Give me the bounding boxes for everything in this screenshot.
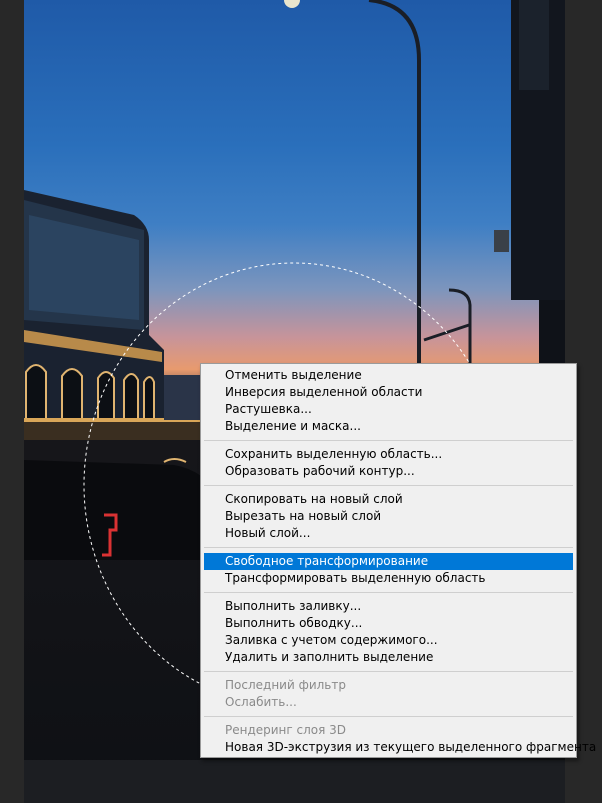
menu-item[interactable]: Отменить выделение — [204, 367, 573, 384]
menu-item[interactable]: Новая 3D-экструзия из текущего выделенно… — [204, 739, 596, 756]
menu-item[interactable]: Скопировать на новый слой — [204, 491, 573, 508]
menu-item: Последний фильтр — [225, 678, 346, 692]
menu-group: Рендеринг слоя 3D Новая 3D-экструзия из т… — [201, 722, 596, 756]
menu-item[interactable]: Растушевка... — [204, 401, 573, 418]
menu-group: Последний фильтр Ослабить... — [201, 677, 576, 711]
menu-group: Выполнить заливку... Выполнить обводку...… — [201, 598, 576, 666]
menu-separator — [204, 592, 573, 593]
menu-item[interactable]: Выполнить заливку... — [204, 598, 573, 615]
menu-item: Рендеринг слоя 3D — [225, 723, 347, 737]
menu-separator — [204, 440, 573, 441]
menu-item[interactable]: Новый слой... — [204, 525, 573, 542]
menu-item[interactable]: Выделение и маска... — [204, 418, 573, 435]
menu-item[interactable]: Удалить и заполнить выделение — [204, 649, 573, 666]
menu-item[interactable]: Образовать рабочий контур... — [204, 463, 573, 480]
menu-item[interactable]: Вырезать на новый слой — [204, 508, 573, 525]
menu-item[interactable]: Трансформировать выделенную область — [204, 570, 573, 587]
menu-group: Отменить выделение Инверсия выделенной об… — [201, 367, 576, 435]
menu-item[interactable]: Инверсия выделенной области — [204, 384, 573, 401]
menu-item[interactable]: Выполнить обводку... — [204, 615, 573, 632]
menu-group: Скопировать на новый слой Вырезать на нов… — [201, 491, 576, 542]
menu-item[interactable]: Свободное трансформирование — [204, 553, 573, 570]
menu-group: Свободное трансформирование Трансформиров… — [201, 553, 576, 587]
menu-item[interactable]: Заливка с учетом содержимого... — [204, 632, 573, 649]
menu-item: Ослабить... — [225, 695, 297, 709]
menu-separator — [204, 485, 573, 486]
menu-group: Сохранить выделенную область... Образоват… — [201, 446, 576, 480]
selection-context-menu: Отменить выделение Инверсия выделенной об… — [200, 363, 596, 758]
menu-separator — [204, 547, 573, 548]
menu-item[interactable]: Сохранить выделенную область... — [204, 446, 573, 463]
menu-separator — [204, 716, 573, 717]
menu-separator — [204, 671, 573, 672]
